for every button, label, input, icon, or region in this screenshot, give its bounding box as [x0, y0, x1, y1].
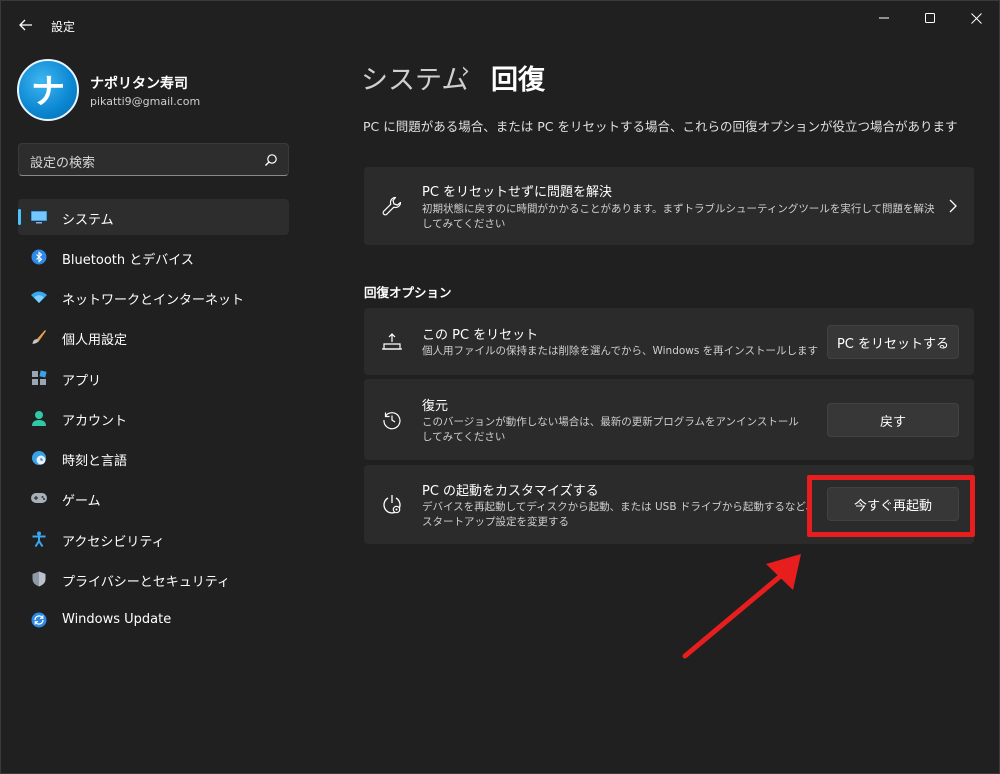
- accessibility-icon: [30, 531, 48, 547]
- wrench-icon: [380, 194, 404, 218]
- advanced-startup-description: デバイスを再起動してディスクから起動、または USB ドライブから起動するなど、…: [422, 501, 816, 528]
- reset-pc-description: 個人用ファイルの保持または削除を選んでから、Windows を再インストールしま…: [422, 345, 818, 357]
- sidebar-item-bluetooth[interactable]: Bluetooth とデバイス: [18, 239, 289, 275]
- annotation-highlight-box: [807, 475, 975, 537]
- reset-pc-button[interactable]: PC をリセットする: [827, 325, 959, 359]
- sidebar-item-label: システム: [62, 213, 114, 228]
- go-back-description: このバージョンが動作しない場合は、最新の更新プログラムをアンインストールしてみて…: [422, 416, 799, 443]
- user-email: pikatti9@gmail.com: [90, 95, 201, 108]
- shield-icon: [30, 571, 48, 587]
- maximize-icon: [925, 13, 935, 23]
- section-title: 回復オプション: [364, 285, 452, 300]
- sidebar-item-personalization[interactable]: 個人用設定: [18, 319, 289, 355]
- minimize-icon: [879, 17, 889, 19]
- active-indicator: [18, 209, 21, 225]
- fix-problems-title: PC をリセットせずに問題を解決: [422, 185, 613, 200]
- sidebar-item-apps[interactable]: アプリ: [18, 360, 289, 396]
- user-name: ナポリタン寿司: [90, 76, 188, 92]
- sidebar-item-time-language[interactable]: 時刻と言語: [18, 440, 289, 476]
- annotation-arrow-icon: [682, 554, 801, 659]
- bluetooth-icon: [30, 249, 48, 265]
- sidebar-item-accounts[interactable]: アカウント: [18, 400, 289, 436]
- avatar[interactable]: ナ: [17, 59, 79, 121]
- person-icon: [30, 410, 48, 426]
- sidebar-item-label: アカウント: [62, 414, 128, 429]
- breadcrumb-separator: ›: [461, 59, 470, 84]
- sidebar-item-label: 時刻と言語: [62, 454, 128, 469]
- search-placeholder: 設定の検索: [30, 156, 96, 171]
- sidebar-item-label: ネットワークとインターネット: [62, 293, 245, 308]
- back-arrow-icon: [19, 19, 32, 31]
- reset-pc-title: この PC をリセット: [422, 328, 539, 343]
- avatar-glyph: ナ: [31, 71, 65, 112]
- reset-pc-icon: [380, 330, 404, 354]
- sidebar-item-windows-update[interactable]: Windows Update: [18, 602, 289, 638]
- monitor-icon: [30, 209, 48, 225]
- apps-icon: [30, 370, 48, 386]
- breadcrumb-parent[interactable]: システム: [361, 58, 468, 97]
- page-title: 回復: [491, 65, 545, 96]
- go-back-button[interactable]: 戻す: [827, 403, 959, 437]
- wifi-icon: [30, 289, 48, 305]
- fix-problems-description: 初期状態に戻すのに時間がかかることがあります。まずトラブルシューティングツールを…: [422, 203, 935, 230]
- sidebar-item-label: Windows Update: [62, 612, 172, 627]
- minimize-button[interactable]: [861, 1, 907, 35]
- maximize-button[interactable]: [907, 1, 953, 35]
- sidebar-item-label: ゲーム: [62, 494, 101, 509]
- update-icon: [30, 612, 48, 628]
- sidebar-item-privacy[interactable]: プライバシーとセキュリティ: [18, 561, 289, 597]
- close-icon: [970, 12, 982, 24]
- sidebar-item-system[interactable]: システム: [18, 199, 289, 235]
- title-bar: 設定: [1, 1, 999, 49]
- app-title: 設定: [51, 20, 76, 34]
- gamepad-icon: [30, 490, 48, 506]
- back-button[interactable]: [11, 9, 41, 41]
- globe-clock-icon: [30, 450, 48, 466]
- sidebar-item-label: プライバシーとセキュリティ: [62, 575, 230, 590]
- search-icon: [265, 154, 277, 166]
- settings-window: 設定 ナ ナポリタン寿司 pikatti9@gmail.com 設定の検索 シス…: [0, 0, 1000, 774]
- sidebar-item-accessibility[interactable]: アクセシビリティ: [18, 521, 289, 557]
- sidebar-item-network[interactable]: ネットワークとインターネット: [18, 279, 289, 315]
- sidebar-item-gaming[interactable]: ゲーム: [18, 480, 289, 516]
- chevron-right-icon: [949, 199, 957, 213]
- search-input[interactable]: 設定の検索: [18, 143, 289, 176]
- go-back-title: 復元: [422, 399, 449, 414]
- sidebar-item-label: 個人用設定: [62, 333, 128, 348]
- advanced-startup-title: PC の起動をカスタマイズする: [422, 484, 599, 499]
- sidebar-item-label: アプリ: [62, 374, 102, 389]
- fix-problems-card[interactable]: PC をリセットせずに問題を解決 初期状態に戻すのに時間がかかることがあります。…: [364, 167, 974, 245]
- page-description: PC に問題がある場合、または PC をリセットする場合、これらの回復オプション…: [363, 119, 958, 134]
- close-button[interactable]: [953, 1, 999, 35]
- history-icon: [380, 408, 404, 432]
- sidebar-item-label: Bluetooth とデバイス: [62, 253, 194, 268]
- startup-settings-icon: [380, 493, 404, 517]
- sidebar-item-label: アクセシビリティ: [62, 535, 165, 550]
- brush-icon: [30, 329, 48, 345]
